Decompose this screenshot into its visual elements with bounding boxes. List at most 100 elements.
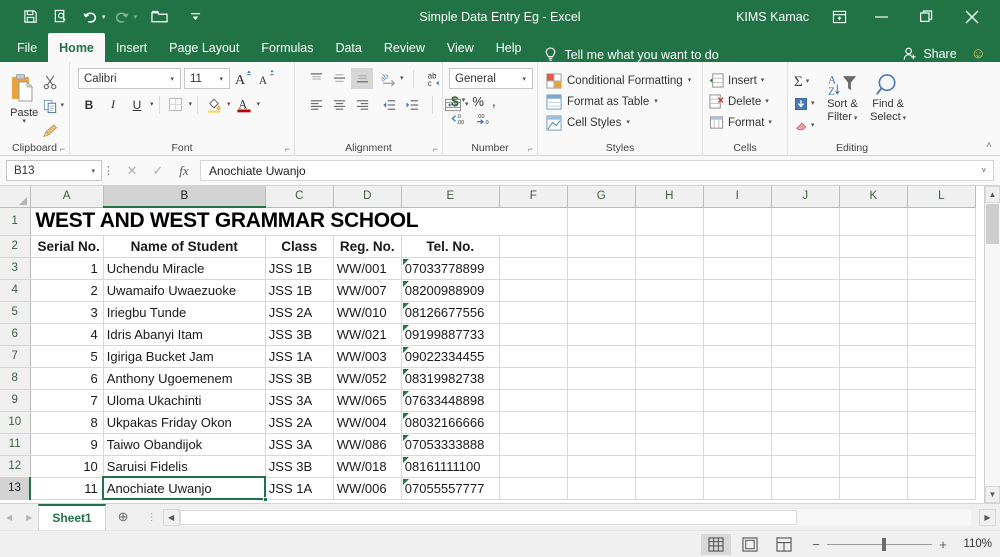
cell-c9[interactable]: JSS 3A (265, 389, 334, 412)
page-layout-view-button[interactable] (735, 534, 765, 555)
cell-i11[interactable] (703, 433, 772, 456)
font-size-dropdown-icon[interactable]: ▾ (215, 75, 227, 83)
horizontal-scrollbar[interactable]: ◀ ▶ (162, 508, 996, 526)
next-sheet-icon[interactable]: ▶ (26, 513, 32, 522)
cell-g8[interactable] (567, 367, 636, 390)
close-button[interactable] (949, 0, 994, 33)
cell-h2[interactable] (635, 235, 704, 258)
cell-h10[interactable] (635, 411, 704, 434)
cell-g3[interactable] (567, 257, 636, 280)
format-as-table-dropdown-icon[interactable]: ▾ (654, 98, 658, 105)
cell-a12[interactable]: 10 (30, 455, 104, 478)
cell-b4[interactable]: Uwamaifo Uwaezuoke (103, 279, 266, 302)
normal-view-button[interactable] (701, 533, 731, 555)
cell-d13[interactable]: WW/006 (333, 477, 402, 500)
cell-j6[interactable] (771, 323, 840, 346)
cell-l8[interactable] (907, 367, 976, 390)
row-header-10[interactable]: 10 (0, 411, 31, 434)
cell-d9[interactable]: WW/065 (333, 389, 402, 412)
cell-f4[interactable] (499, 279, 568, 302)
scroll-left-button[interactable]: ◀ (162, 508, 180, 526)
cell-f13[interactable] (499, 477, 568, 500)
tab-review[interactable]: Review (373, 33, 436, 62)
cell-c4[interactable]: JSS 1B (265, 279, 334, 302)
cell-g9[interactable] (567, 389, 636, 412)
cell-l5[interactable] (907, 301, 976, 324)
format-cells-button[interactable]: Format ▾ (709, 112, 772, 133)
cell-c13[interactable]: JSS 1A (265, 477, 334, 500)
cell-b3[interactable]: Uchendu Miracle (103, 257, 266, 280)
decrease-decimal-icon[interactable]: .00.0 (476, 112, 496, 126)
row-header-5[interactable]: 5 (0, 301, 31, 324)
clear-dropdown-icon[interactable]: ▾ (811, 122, 815, 129)
cell-a6[interactable]: 4 (30, 323, 104, 346)
vertical-scrollbar[interactable]: ▲ ▼ (984, 186, 1000, 503)
cell-l12[interactable] (907, 455, 976, 478)
cell-g1[interactable] (567, 207, 636, 236)
cell-f9[interactable] (499, 389, 568, 412)
font-size-input[interactable]: 11 ▾ (184, 68, 230, 89)
italic-button[interactable]: I (102, 94, 124, 115)
scroll-up-button[interactable]: ▲ (985, 186, 1000, 203)
cell-j5[interactable] (771, 301, 840, 324)
cell-k8[interactable] (839, 367, 908, 390)
column-header-g[interactable]: G (567, 186, 636, 208)
orientation-button[interactable]: ab (379, 68, 399, 89)
cell-i9[interactable] (703, 389, 772, 412)
increase-font-size-button[interactable]: A (233, 68, 253, 89)
insert-dropdown-icon[interactable]: ▾ (761, 77, 765, 84)
underline-dropdown-icon[interactable]: ▾ (150, 101, 154, 108)
confirm-entry-icon[interactable]: ✓ (145, 163, 171, 179)
tab-view[interactable]: View (436, 33, 485, 62)
format-dropdown-icon[interactable]: ▾ (768, 119, 772, 126)
scroll-right-button[interactable]: ▶ (979, 508, 996, 526)
scroll-grip-icon[interactable]: ⋮ (141, 512, 163, 523)
cell-j4[interactable] (771, 279, 840, 302)
collapse-ribbon-icon[interactable]: ˄ (986, 140, 992, 151)
copy-dropdown-icon[interactable]: ▾ (60, 102, 64, 109)
cell-l2[interactable] (907, 235, 976, 258)
cell-a9[interactable]: 7 (30, 389, 104, 412)
cell-l3[interactable] (907, 257, 976, 280)
row-header-6[interactable]: 6 (0, 323, 31, 346)
increase-indent-button[interactable] (401, 94, 423, 115)
cell-k6[interactable] (839, 323, 908, 346)
account-name[interactable]: KIMS Kamac (726, 10, 819, 24)
cell-b12[interactable]: Saruisi Fidelis (103, 455, 266, 478)
cell-j12[interactable] (771, 455, 840, 478)
bold-button[interactable]: B (78, 94, 100, 115)
cell-b5[interactable]: Iriegbu Tunde (103, 301, 266, 324)
print-preview-icon[interactable] (46, 5, 74, 29)
tab-help[interactable]: Help (485, 33, 533, 62)
cell-j13[interactable] (771, 477, 840, 500)
cell-e11[interactable]: 07053333888 (401, 433, 500, 456)
cell-g12[interactable] (567, 455, 636, 478)
cell-f8[interactable] (499, 367, 568, 390)
borders-dropdown-icon[interactable]: ▾ (189, 101, 193, 108)
fill-button[interactable]: ▾ (794, 94, 815, 114)
row-header-9[interactable]: 9 (0, 389, 31, 412)
cell-l7[interactable] (907, 345, 976, 368)
vertical-scroll-track[interactable] (985, 203, 1000, 486)
cell-j3[interactable] (771, 257, 840, 280)
cell-k7[interactable] (839, 345, 908, 368)
cell-i2[interactable] (703, 235, 772, 258)
minimize-button[interactable] (859, 0, 904, 33)
cell-j11[interactable] (771, 433, 840, 456)
cell-h6[interactable] (635, 323, 704, 346)
bottom-align-button[interactable] (351, 68, 373, 89)
cell-d8[interactable]: WW/052 (333, 367, 402, 390)
cell-h3[interactable] (635, 257, 704, 280)
cell-k11[interactable] (839, 433, 908, 456)
row-header-7[interactable]: 7 (0, 345, 31, 368)
number-dialog-launcher[interactable]: ⌐ (528, 144, 533, 154)
orientation-dropdown-icon[interactable]: ▾ (400, 75, 404, 82)
fill-color-dropdown-icon[interactable]: ▾ (227, 101, 231, 108)
cell-a1-title[interactable]: WEST AND WEST GRAMMAR SCHOOL (30, 207, 500, 236)
cell-d10[interactable]: WW/004 (333, 411, 402, 434)
conditional-formatting-dropdown-icon[interactable]: ▾ (688, 77, 692, 84)
name-box-dropdown-icon[interactable]: ▾ (91, 167, 99, 175)
cell-h8[interactable] (635, 367, 704, 390)
cell-f11[interactable] (499, 433, 568, 456)
cell-i3[interactable] (703, 257, 772, 280)
